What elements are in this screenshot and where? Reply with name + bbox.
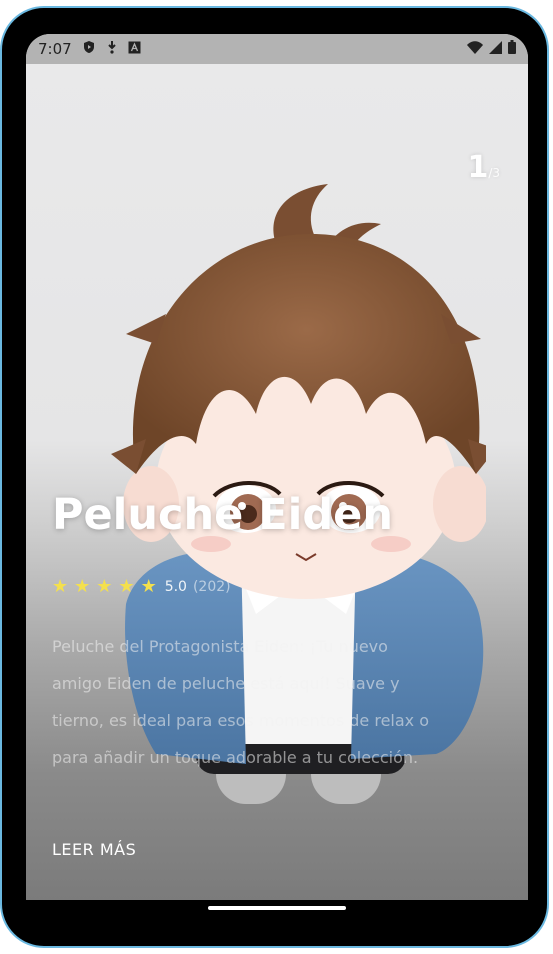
product-slide[interactable]: 1/3 Peluche Eiden ★ ★ ★ ★ ★ 5.0 (202) Pe… (26, 64, 528, 900)
read-more-link[interactable]: LEER MÁS (52, 840, 136, 859)
rating-value: 5.0 (164, 579, 187, 595)
product-title: Peluche Eiden (52, 490, 393, 540)
signal-icon (489, 40, 502, 58)
a-icon (128, 40, 141, 58)
slide-total: /3 (488, 166, 500, 180)
battery-icon (508, 40, 516, 58)
slide-counter: 1/3 (467, 150, 500, 185)
product-rating: ★ ★ ★ ★ ★ 5.0 (202) (52, 578, 231, 596)
download-icon (106, 40, 118, 58)
phone-frame: 7:07 1/3 Peluche Eiden ★ ★ ★ ★ ★ 5.0 (20… (0, 6, 549, 948)
star-icon: ★ (118, 576, 135, 597)
status-time: 7:07 (38, 40, 72, 58)
star-icon: ★ (96, 576, 113, 597)
product-description: Peluche del Protagonista Eiden: ¡Tu nuev… (52, 637, 430, 767)
wifi-icon (467, 40, 483, 58)
star-icon: ★ (140, 576, 157, 597)
play-protect-icon (82, 40, 96, 58)
star-icon: ★ (52, 576, 69, 597)
home-indicator[interactable] (208, 906, 346, 910)
rating-count: (202) (192, 579, 231, 595)
star-icon: ★ (74, 576, 91, 597)
screen: 7:07 1/3 Peluche Eiden ★ ★ ★ ★ ★ 5.0 (20… (26, 34, 528, 900)
status-bar: 7:07 (26, 34, 528, 64)
slide-current: 1 (467, 150, 489, 185)
